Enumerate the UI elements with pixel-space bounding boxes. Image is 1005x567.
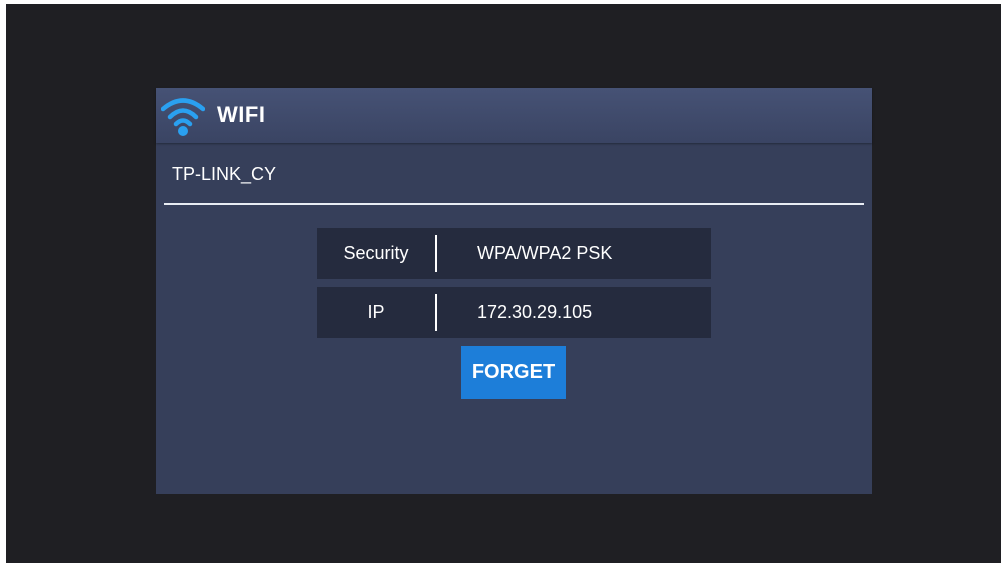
divider <box>164 203 864 205</box>
row-separator <box>435 294 437 331</box>
row-separator <box>435 235 437 272</box>
forget-button[interactable]: FORGET <box>461 346 566 399</box>
ip-row: IP 172.30.29.105 <box>317 287 711 338</box>
dialog-title: WIFI <box>217 102 266 127</box>
security-row: Security WPA/WPA2 PSK <box>317 228 711 279</box>
wifi-icon <box>161 98 205 136</box>
ip-label: IP <box>367 302 385 322</box>
security-label: Security <box>343 243 409 263</box>
wifi-dialog: WIFI TP-LINK_CY Security WPA/WPA2 PSK IP… <box>156 88 872 494</box>
ip-value: 172.30.29.105 <box>477 302 593 322</box>
screen-background: WIFI TP-LINK_CY Security WPA/WPA2 PSK IP… <box>6 4 1001 563</box>
network-name: TP-LINK_CY <box>172 164 277 184</box>
security-value: WPA/WPA2 PSK <box>477 243 613 263</box>
dialog-header: WIFI <box>156 88 872 143</box>
